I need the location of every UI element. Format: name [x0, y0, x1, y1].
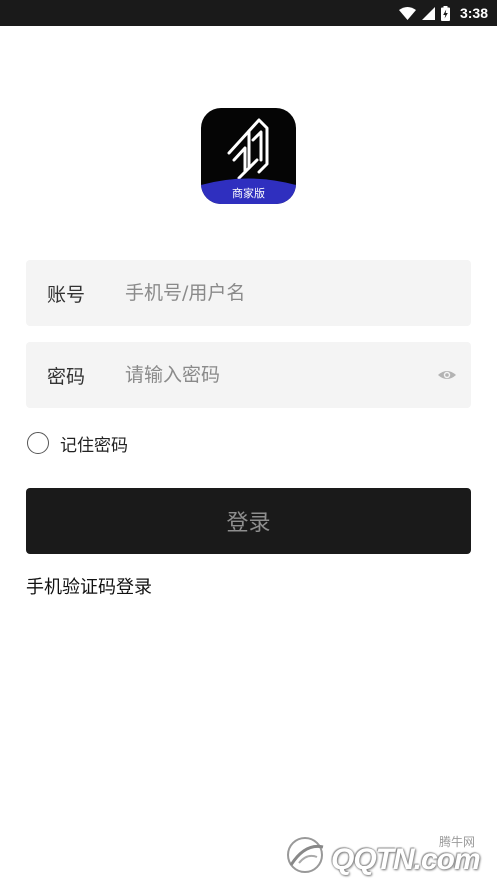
account-input[interactable]	[125, 282, 425, 304]
status-bar: 3:38	[0, 0, 497, 26]
remember-password-label: 记住密码	[60, 435, 128, 456]
signal-icon	[421, 6, 435, 20]
remember-password[interactable]: 记住密码	[27, 430, 128, 456]
app-logo: 商家版	[201, 108, 296, 204]
password-label: 密码	[47, 365, 86, 388]
login-button[interactable]: 登录	[26, 488, 471, 554]
status-time: 3:38	[459, 5, 488, 21]
watermark-en-text: QQTN.com	[331, 843, 481, 876]
password-field[interactable]: 密码	[26, 342, 471, 408]
account-field[interactable]: 账号	[26, 260, 471, 326]
watermark-logo-icon	[287, 837, 324, 873]
wifi-icon	[398, 6, 416, 20]
sms-code-login-link[interactable]: 手机验证码登录	[26, 573, 152, 599]
account-label: 账号	[47, 283, 86, 306]
battery-charging-icon	[440, 5, 450, 21]
watermark: 腾牛网 QQTN.com	[279, 831, 489, 881]
password-input[interactable]	[125, 364, 425, 386]
logo-band-label: 商家版	[232, 187, 265, 200]
remember-password-radio[interactable]	[27, 432, 49, 454]
eye-icon[interactable]	[437, 366, 457, 384]
